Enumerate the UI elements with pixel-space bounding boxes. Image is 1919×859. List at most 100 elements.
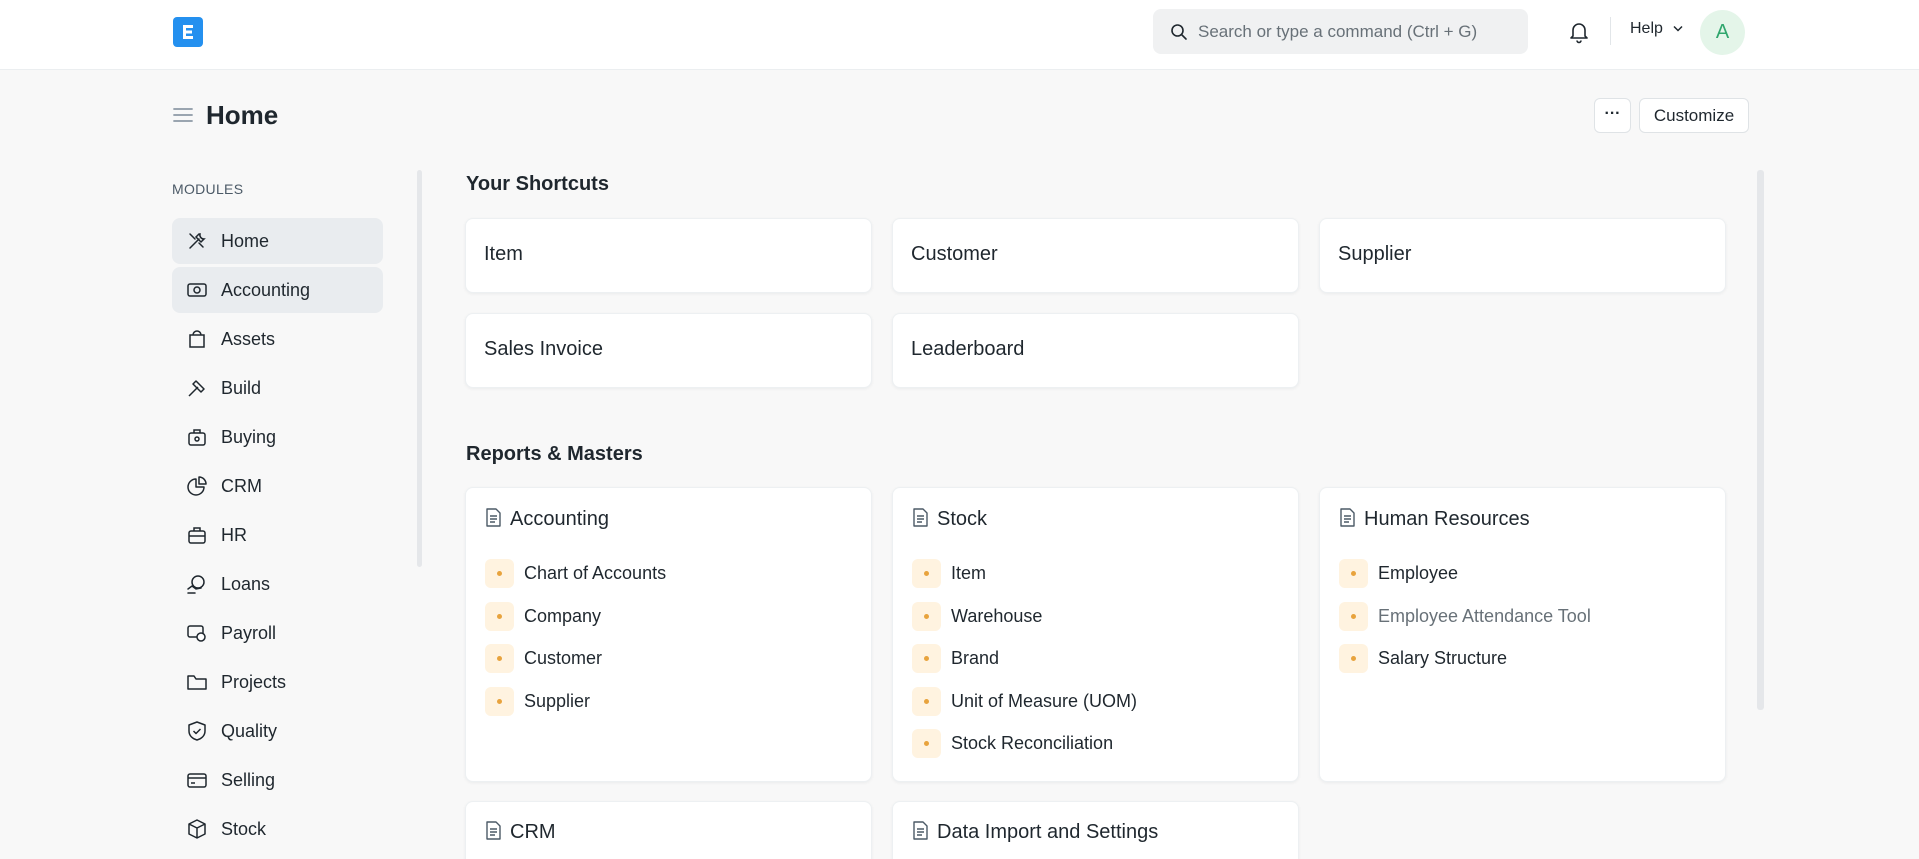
bullet-icon — [1339, 601, 1368, 631]
sidebar-toggle-icon[interactable] — [172, 104, 194, 126]
report-card-data-import: Data Import and Settings — [892, 801, 1299, 859]
report-link[interactable]: Item — [912, 558, 1292, 601]
search-input[interactable] — [1198, 9, 1518, 54]
sidebar-item-buying[interactable]: Buying — [172, 414, 383, 460]
shortcut-card[interactable]: Sales Invoice — [465, 313, 872, 388]
report-card-crm: CRM — [465, 801, 872, 859]
bullet-icon — [912, 729, 941, 758]
search-bar[interactable] — [1153, 9, 1528, 54]
sidebar-item-assets[interactable]: Assets — [172, 316, 383, 362]
sidebar: Home Accounting Assets Build Buying CRM … — [172, 218, 383, 855]
card-icon — [187, 773, 207, 788]
bullet-icon — [912, 601, 941, 631]
sidebar-item-stock[interactable]: Stock — [172, 806, 383, 852]
sidebar-item-build[interactable]: Build — [172, 365, 383, 411]
more-options-button[interactable]: ··· — [1594, 98, 1631, 133]
hammer-icon — [188, 380, 205, 397]
sidebar-item-accounting[interactable]: Accounting — [172, 267, 383, 313]
sidebar-item-label: Home — [221, 231, 270, 251]
sidebar-item-selling[interactable]: Selling — [172, 757, 383, 803]
report-link[interactable]: Unit of Measure (UOM) — [912, 686, 1292, 729]
navbar: Help A — [0, 0, 1919, 70]
report-link[interactable]: Customer — [485, 643, 865, 686]
folder-icon — [187, 675, 207, 690]
tools-icon — [189, 233, 206, 249]
sidebar-item-quality[interactable]: Quality — [172, 708, 383, 754]
sidebar-item-label: Selling — [221, 770, 276, 790]
report-link[interactable]: Stock Reconciliation — [912, 728, 1292, 771]
bullet-icon — [485, 601, 514, 631]
sidebar-item-crm[interactable]: CRM — [172, 463, 383, 509]
report-link[interactable]: Chart of Accounts — [485, 558, 865, 601]
sidebar-item-label: Loans — [221, 574, 271, 594]
sidebar-scrollbar[interactable] — [417, 170, 422, 567]
app-logo[interactable] — [173, 17, 203, 47]
shield-icon — [188, 721, 206, 741]
bullet-icon — [912, 559, 941, 588]
shortcuts-section-title: Your Shortcuts — [466, 173, 609, 195]
shortcut-label: Supplier — [1338, 243, 1412, 265]
reports-section-title: Reports & Masters — [466, 443, 643, 465]
sidebar-item-label: Build — [221, 378, 262, 398]
report-card-title[interactable]: Human Resources — [1339, 508, 1530, 531]
document-icon — [1340, 508, 1355, 527]
report-link-list: Employee Employee Attendance Tool Salary… — [1339, 558, 1719, 686]
sidebar-item-label: CRM — [221, 476, 262, 496]
report-link[interactable]: Brand — [912, 643, 1292, 686]
shortcut-card[interactable]: Customer — [892, 218, 1299, 293]
sidebar-item-loans[interactable]: Loans — [172, 561, 383, 607]
shortcut-label: Item — [484, 243, 523, 265]
payroll-icon — [187, 625, 206, 642]
help-dropdown[interactable]: Help — [1630, 20, 1683, 38]
briefcase-icon — [188, 527, 206, 544]
notification-bell-icon[interactable] — [1567, 19, 1591, 45]
main-scrollbar[interactable] — [1757, 170, 1764, 710]
money-icon — [187, 283, 207, 297]
report-link-list: Item Warehouse Brand Unit of Measure (UO… — [912, 558, 1292, 771]
shortcut-label: Sales Invoice — [484, 338, 603, 360]
page-title: Home — [206, 100, 279, 130]
user-avatar[interactable]: A — [1700, 10, 1745, 55]
bullet-icon — [485, 686, 514, 716]
bullet-icon — [912, 644, 941, 673]
report-card-human-resources: Human Resources Employee Employee Attend… — [1319, 487, 1726, 782]
report-card-stock: Stock Item Warehouse Brand Unit of Measu… — [892, 487, 1299, 782]
report-link[interactable]: Salary Structure — [1339, 643, 1719, 686]
document-icon — [913, 508, 928, 527]
search-icon — [1171, 24, 1187, 40]
document-icon — [913, 821, 928, 840]
bullet-icon — [912, 686, 941, 716]
customize-button[interactable]: Customize — [1639, 98, 1749, 133]
report-card-title[interactable]: Accounting — [485, 508, 609, 531]
bullet-icon — [1339, 559, 1368, 588]
report-link[interactable]: Employee — [1339, 558, 1719, 601]
sidebar-item-label: HR — [221, 525, 247, 545]
shortcut-card[interactable]: Leaderboard — [892, 313, 1299, 388]
report-link[interactable]: Warehouse — [912, 601, 1292, 644]
sidebar-item-label: Assets — [221, 329, 276, 349]
chevron-down-icon — [1673, 26, 1683, 32]
document-icon — [486, 821, 501, 840]
sidebar-item-hr[interactable]: HR — [172, 512, 383, 558]
buying-icon — [188, 429, 206, 446]
sidebar-item-label: Projects — [221, 672, 287, 692]
report-card-accounting: Accounting Chart of Accounts Company Cus… — [465, 487, 872, 782]
modules-section-label: MODULES — [172, 181, 244, 197]
box-icon — [188, 819, 206, 839]
shortcut-card[interactable]: Supplier — [1319, 218, 1726, 293]
sidebar-item-payroll[interactable]: Payroll — [172, 610, 383, 656]
navbar-divider — [1610, 17, 1611, 45]
sidebar-item-home[interactable]: Home — [172, 218, 383, 264]
report-card-title[interactable]: Stock — [912, 508, 987, 531]
help-label: Help — [1630, 20, 1663, 37]
shortcut-label: Leaderboard — [911, 338, 1025, 360]
report-card-title[interactable]: Data Import and Settings — [912, 821, 1158, 844]
report-card-title[interactable]: CRM — [485, 821, 556, 844]
bullet-icon — [485, 644, 514, 673]
report-link[interactable]: Employee Attendance Tool — [1339, 601, 1719, 644]
shortcut-card[interactable]: Item — [465, 218, 872, 293]
report-link[interactable]: Supplier — [485, 686, 865, 729]
report-link-list: Chart of Accounts Company Customer Suppl… — [485, 558, 865, 728]
report-link[interactable]: Company — [485, 601, 865, 644]
sidebar-item-projects[interactable]: Projects — [172, 659, 383, 705]
